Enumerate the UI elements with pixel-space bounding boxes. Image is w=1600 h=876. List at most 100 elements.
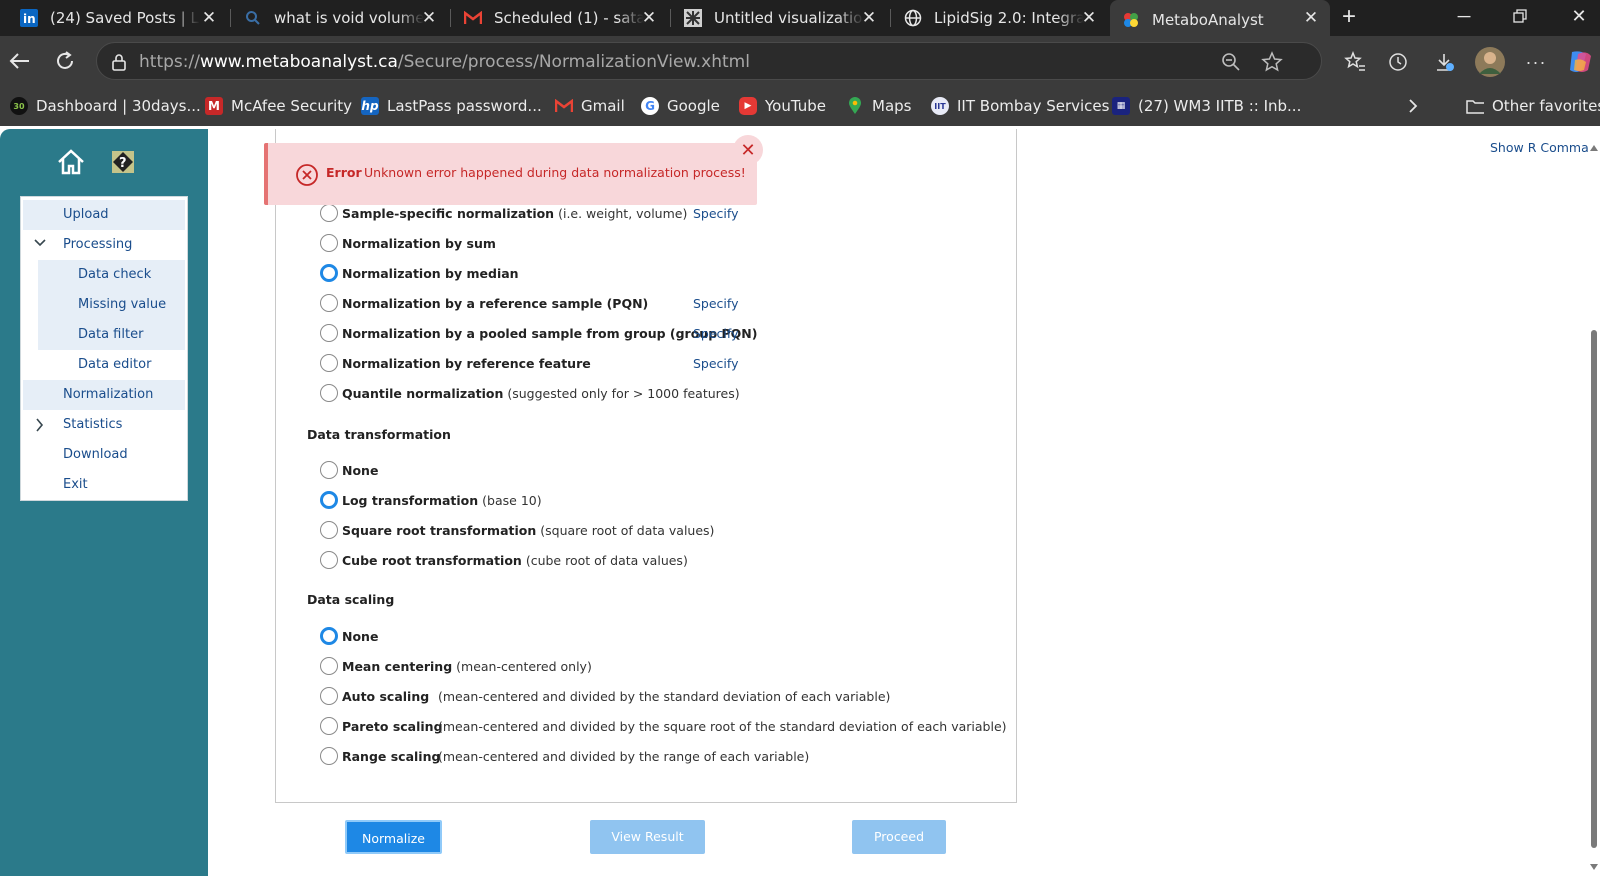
sidebar-item-upload[interactable]: Upload [23,200,185,230]
sidebar-item-statistics[interactable]: Statistics [23,410,185,440]
history-icon[interactable] [1386,50,1410,74]
zoom-icon[interactable] [1221,52,1241,77]
radio-button-selected[interactable] [320,264,338,282]
close-icon[interactable]: ✕ [1080,9,1098,27]
bookmark-google[interactable]: G Google [641,96,720,116]
bookmark-mcafee[interactable]: M McAfee Security [205,96,352,116]
radio-button[interactable] [320,324,338,342]
scroll-down-icon[interactable] [1589,858,1599,870]
download-icon[interactable] [1432,50,1456,74]
help-icon[interactable]: ? [111,150,135,174]
tab-gmail[interactable]: Scheduled (1) - satavi ✕ [452,0,668,36]
bookmark-youtube[interactable]: ▶ YouTube [739,96,826,116]
bookmark-maps[interactable]: Maps [846,96,911,116]
url-text[interactable]: https://www.metaboanalyst.ca/Secure/proc… [139,52,750,72]
radio-button-selected[interactable] [320,627,338,645]
lock-icon[interactable] [111,53,127,76]
proceed-button[interactable]: Proceed [852,820,946,854]
close-icon[interactable]: ✕ [200,9,218,27]
sidebar-item-exit[interactable]: Exit [23,470,185,500]
sidebar-item-data-check[interactable]: Data check [38,260,185,290]
scale-option-pareto[interactable]: Pareto scaling (mean-centered and divide… [320,716,1007,736]
address-bar[interactable]: https://www.metaboanalyst.ca/Secure/proc… [96,42,1322,80]
new-tab-icon[interactable]: + [1342,5,1356,29]
restore-icon[interactable] [1508,6,1532,28]
trans-option-cuberoot[interactable]: Cube root transformation (cube root of d… [320,550,688,570]
specify-link-group-pqn[interactable]: Specify [693,326,738,341]
close-icon[interactable]: ✕ [1302,9,1320,27]
toast-close-icon[interactable]: ✕ [733,135,763,165]
tab-separator [890,9,891,27]
favorite-star-icon[interactable] [1261,51,1283,78]
radio-button[interactable] [320,234,338,252]
radio-button[interactable] [320,461,338,479]
copilot-icon[interactable] [1566,48,1594,76]
scale-option-auto[interactable]: Auto scaling (mean-centered and divided … [320,686,890,706]
favorites-icon[interactable] [1343,50,1367,74]
bookmark-label: Google [667,97,720,115]
bookmark-other-favorites[interactable]: Other favorites [1466,96,1600,116]
norm-option-sum[interactable]: Normalization by sum [320,233,496,253]
trans-option-log[interactable]: Log transformation (base 10) [320,490,542,510]
radio-button[interactable] [320,521,338,539]
normalize-button[interactable]: Normalize [345,820,442,854]
tab-metaboanalyst[interactable]: MetaboAnalyst ✕ [1110,0,1330,40]
radio-button-selected[interactable] [320,491,338,509]
norm-option-quantile[interactable]: Quantile normalization (suggested only f… [320,383,740,403]
tab-linkedin[interactable]: in (24) Saved Posts | LinkedIn ✕ [8,0,228,36]
radio-button[interactable] [320,717,338,735]
chevron-right-icon[interactable] [1408,96,1418,116]
norm-option-sample-specific[interactable]: Sample-specific normalization (i.e. weig… [320,203,687,223]
bookmark-dashboard[interactable]: 30 Dashboard | 30days... [10,96,201,116]
chevron-down-icon[interactable] [33,230,47,260]
window-close-icon[interactable]: ✕ [1567,6,1591,27]
specify-link-pqn[interactable]: Specify [693,296,738,311]
specify-link-sample[interactable]: Specify [693,206,738,221]
norm-option-pqn[interactable]: Normalization by a reference sample (PQN… [320,293,648,313]
radio-button[interactable] [320,294,338,312]
bookmark-lastpass[interactable]: hp LastPass password... [361,96,542,116]
sidebar-item-download[interactable]: Download [23,440,185,470]
home-icon[interactable] [56,147,86,177]
sidebar-item-processing[interactable]: Processing [23,230,185,260]
radio-button[interactable] [320,657,338,675]
radio-button[interactable] [320,384,338,402]
scrollbar-thumb[interactable] [1591,330,1597,848]
tab-search[interactable]: what is void volume in ✕ [232,0,448,36]
sidebar-item-data-filter[interactable]: Data filter [38,320,185,350]
trans-option-none[interactable]: None [320,460,378,480]
scale-option-range[interactable]: Range scaling (mean-centered and divided… [320,746,809,766]
show-r-commands-link[interactable]: Show R Commands [1490,140,1600,155]
view-result-button[interactable]: View Result [590,820,705,854]
sidebar-item-normalization[interactable]: Normalization [23,380,185,410]
trans-option-sqrt[interactable]: Square root transformation (square root … [320,520,714,540]
chevron-right-icon[interactable] [35,410,45,444]
bookmark-gmail[interactable]: Gmail [555,96,625,116]
radio-button[interactable] [320,747,338,765]
specify-link-reference[interactable]: Specify [693,356,738,371]
norm-option-group-pqn[interactable]: Normalization by a pooled sample from gr… [320,323,757,343]
more-options-icon[interactable]: ··· [1524,50,1548,74]
bookmark-iitb[interactable]: IIT IIT Bombay Services [931,96,1109,116]
minimize-icon[interactable]: ─ [1452,6,1476,27]
bookmark-wm3[interactable]: ▦ (27) WM3 IITB :: Inb... [1112,96,1301,116]
close-icon[interactable]: ✕ [640,9,658,27]
back-icon[interactable] [5,46,35,76]
close-icon[interactable]: ✕ [420,9,438,27]
scale-option-mean-centering[interactable]: Mean centering (mean-centered only) [320,656,592,676]
scale-option-none[interactable]: None [320,626,378,646]
sidebar-item-data-editor[interactable]: Data editor [38,350,185,380]
norm-option-median[interactable]: Normalization by median [320,263,519,283]
radio-button[interactable] [320,687,338,705]
profile-avatar[interactable] [1474,46,1506,78]
tab-visualization[interactable]: Untitled visualization ✕ [672,0,888,36]
norm-option-reference-feature[interactable]: Normalization by reference feature [320,353,591,373]
refresh-icon[interactable] [50,46,80,76]
close-icon[interactable]: ✕ [860,9,878,27]
radio-button[interactable] [320,204,338,222]
radio-button[interactable] [320,354,338,372]
radio-button[interactable] [320,551,338,569]
sidebar-item-missing-value[interactable]: Missing value [38,290,185,320]
tab-lipidsig[interactable]: LipidSig 2.0: Integrati ✕ [892,0,1108,36]
scroll-up-icon[interactable] [1589,139,1599,151]
